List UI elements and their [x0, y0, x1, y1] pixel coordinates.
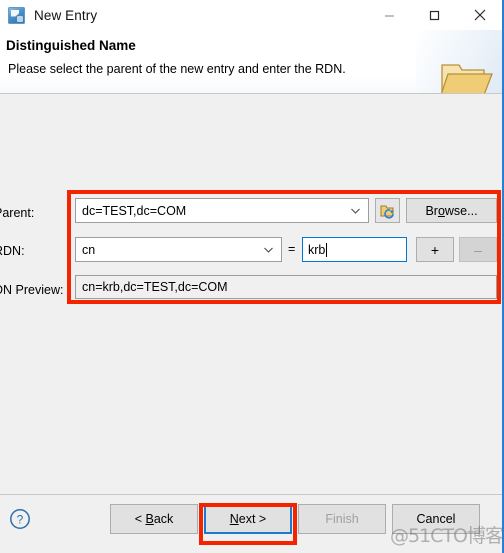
dn-preview-value: cn=krb,dc=TEST,dc=COM	[82, 280, 228, 294]
add-rdn-button[interactable]: +	[416, 237, 454, 262]
remove-rdn-button: –	[459, 237, 497, 262]
close-icon[interactable]	[457, 0, 502, 30]
parent-combobox[interactable]: dc=TEST,dc=COM	[75, 198, 369, 223]
svg-text:?: ?	[17, 513, 24, 527]
back-label: < Back	[134, 512, 174, 526]
folder-icon	[440, 64, 493, 93]
cancel-button[interactable]: Cancel	[392, 504, 480, 534]
minimize-icon[interactable]	[367, 0, 412, 30]
equals-sign: =	[288, 242, 296, 256]
parent-label: Parent:	[0, 206, 35, 220]
maximize-icon[interactable]	[412, 0, 457, 30]
form-area: Parent: dc=TEST,dc=COM Browse... RDN: cn…	[0, 94, 502, 486]
dn-preview-field: cn=krb,dc=TEST,dc=COM	[75, 275, 497, 299]
page-description: Please select the parent of the new entr…	[8, 62, 346, 76]
new-entry-dialog: New Entry Distinguished Name Please sele…	[0, 0, 504, 553]
rdn-attribute-value: cn	[82, 242, 96, 257]
title-bar: New Entry	[0, 0, 502, 30]
rdn-attribute-combobox[interactable]: cn	[75, 237, 282, 262]
text-caret	[326, 242, 328, 257]
window-controls	[367, 0, 502, 30]
reload-parent-button[interactable]	[375, 198, 400, 223]
back-button[interactable]: < Back	[110, 504, 198, 534]
app-icon	[8, 6, 25, 24]
rdn-label: RDN:	[0, 244, 25, 258]
finish-button: Finish	[298, 504, 386, 534]
window-title: New Entry	[34, 7, 98, 23]
next-label: Next >	[229, 512, 267, 526]
refresh-folder-icon	[380, 205, 394, 219]
next-button[interactable]: Next >	[204, 504, 292, 534]
chevron-down-icon	[351, 208, 360, 214]
chevron-down-icon	[264, 247, 273, 253]
help-icon[interactable]: ?	[9, 508, 31, 530]
rdn-value-text: krb	[308, 242, 326, 257]
page-title: Distinguished Name	[6, 38, 136, 53]
parent-value: dc=TEST,dc=COM	[82, 203, 187, 218]
browse-button[interactable]: Browse...	[406, 198, 497, 223]
dn-preview-label: DN Preview:	[0, 283, 64, 297]
rdn-value-input[interactable]: krb	[302, 237, 407, 262]
dialog-footer: ? < Back Next > Finish Cancel	[0, 495, 502, 553]
dialog-header: Distinguished Name Please select the par…	[0, 30, 502, 93]
browse-label: Browse...	[425, 203, 478, 218]
